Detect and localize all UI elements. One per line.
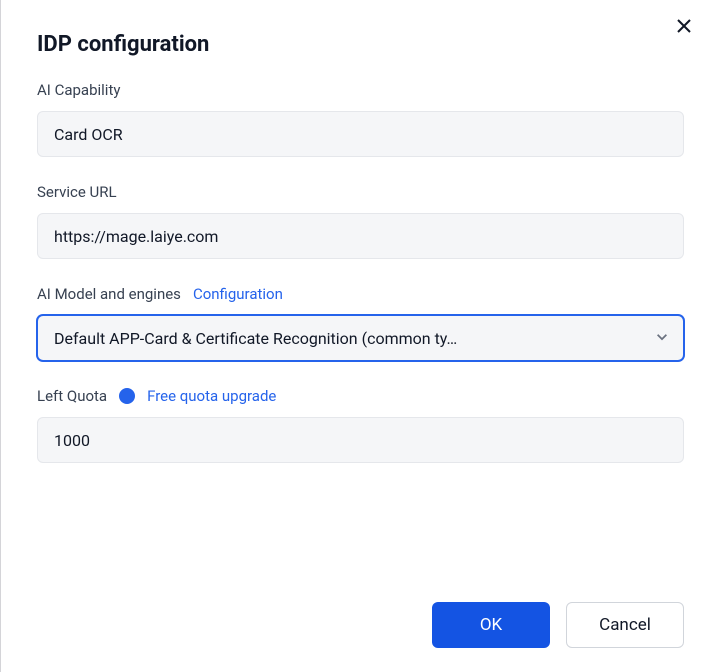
service-url-label: Service URL bbox=[37, 183, 117, 201]
ok-button[interactable]: OK bbox=[432, 602, 550, 648]
ai-capability-input[interactable] bbox=[37, 111, 684, 157]
left-quota-input[interactable] bbox=[37, 417, 684, 463]
service-url-group: Service URL bbox=[37, 183, 684, 259]
free-quota-upgrade-link[interactable]: Free quota upgrade bbox=[147, 387, 276, 405]
arrow-up-circle-icon bbox=[119, 388, 135, 404]
chevron-down-icon bbox=[655, 329, 669, 348]
service-url-input[interactable] bbox=[37, 213, 684, 259]
close-icon bbox=[676, 18, 692, 38]
ai-model-group: AI Model and engines Configuration Defau… bbox=[37, 285, 684, 361]
left-quota-group: Left Quota Free quota upgrade bbox=[37, 387, 684, 463]
ai-model-select[interactable]: Default APP-Card & Certificate Recogniti… bbox=[37, 315, 684, 361]
ai-model-label: AI Model and engines bbox=[37, 285, 181, 303]
idp-configuration-dialog: IDP configuration AI Capability Service … bbox=[1, 0, 720, 672]
close-button[interactable] bbox=[670, 14, 698, 42]
dialog-title: IDP configuration bbox=[37, 32, 684, 57]
ai-capability-label: AI Capability bbox=[37, 81, 120, 99]
configuration-link[interactable]: Configuration bbox=[193, 285, 283, 303]
ai-capability-group: AI Capability bbox=[37, 81, 684, 157]
cancel-button[interactable]: Cancel bbox=[566, 602, 684, 648]
ai-model-value: Default APP-Card & Certificate Recogniti… bbox=[54, 329, 457, 348]
left-quota-label: Left Quota bbox=[37, 387, 107, 405]
dialog-footer: OK Cancel bbox=[37, 602, 684, 648]
